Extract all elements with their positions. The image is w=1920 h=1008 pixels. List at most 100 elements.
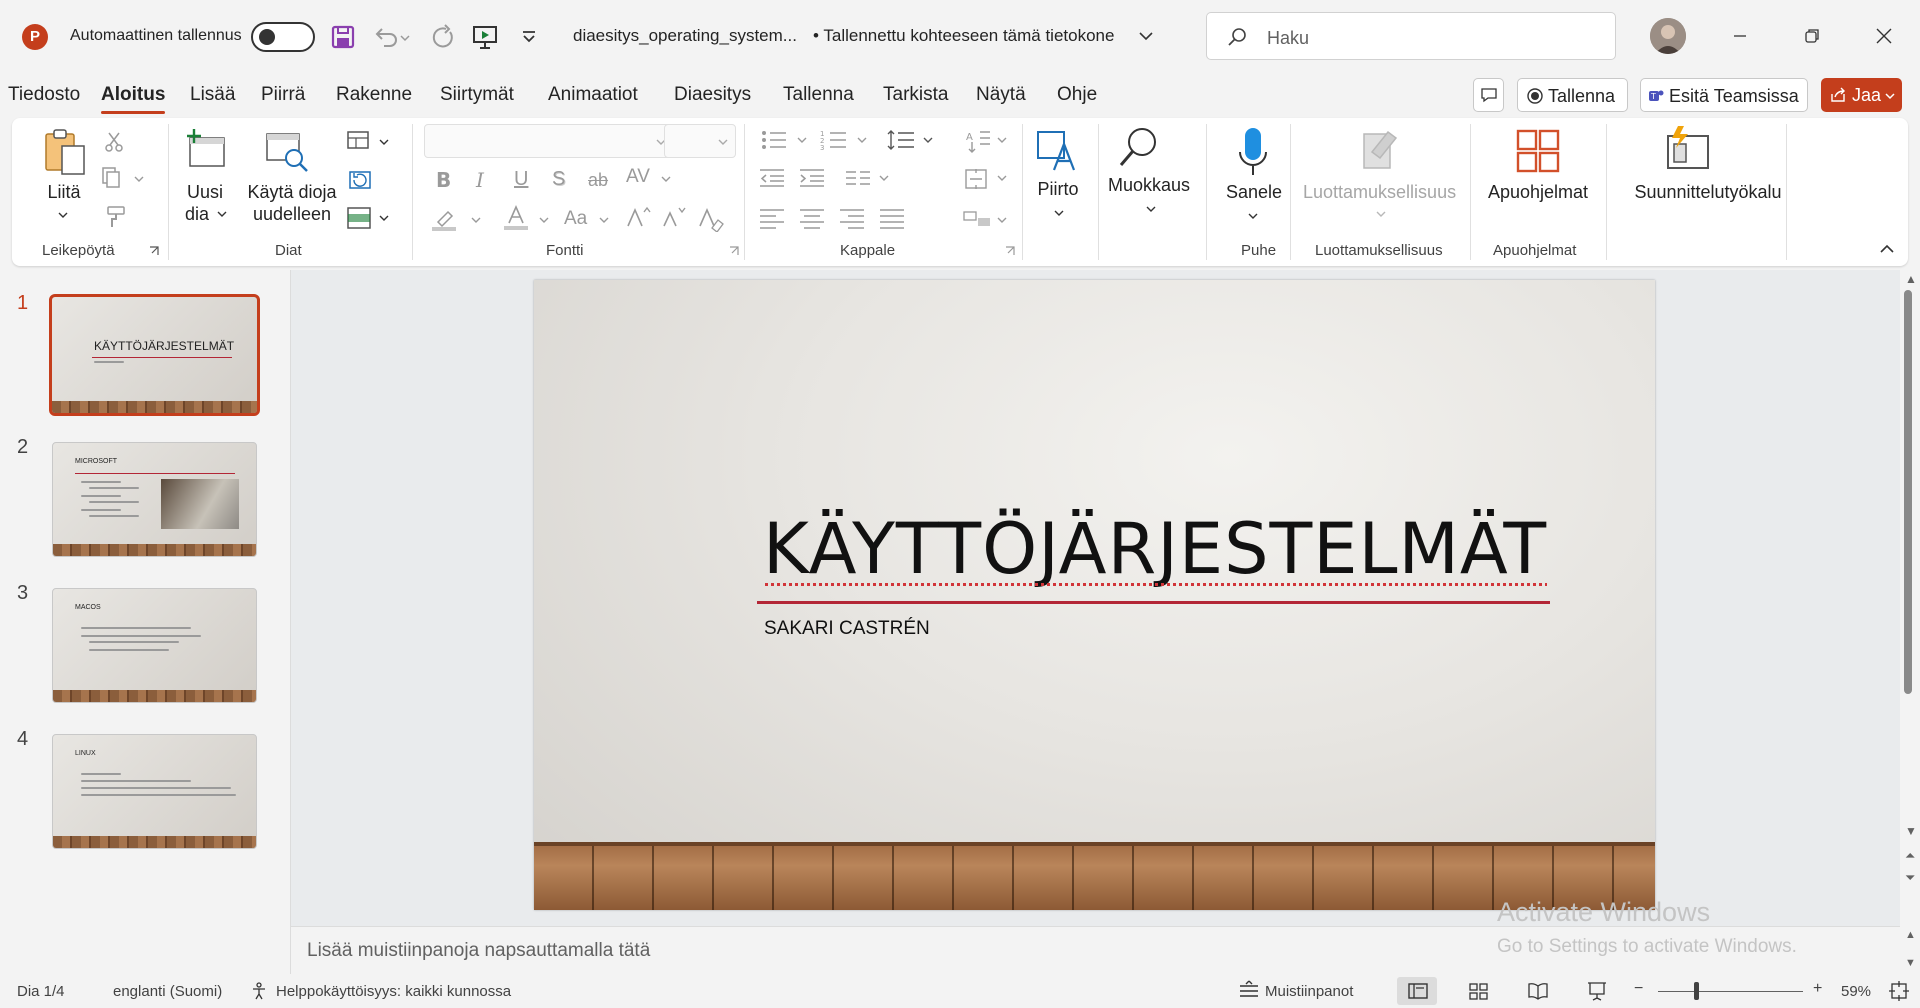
collapse-ribbon-icon[interactable]	[1878, 242, 1896, 256]
shadow-button[interactable]: S	[552, 168, 565, 191]
sensitivity-dropdown-icon[interactable]	[1374, 207, 1388, 221]
align-right-icon[interactable]	[838, 206, 866, 230]
add-ins-label[interactable]: Apuohjelmat	[1484, 181, 1592, 203]
clear-formatting-icon[interactable]	[696, 204, 726, 232]
paste-dropdown-icon[interactable]	[56, 208, 70, 222]
accessibility-icon[interactable]	[250, 981, 270, 1001]
reuse-slides-icon[interactable]	[264, 130, 310, 174]
section-dropdown-icon[interactable]	[378, 212, 390, 224]
accessibility-status[interactable]: Helppokäyttöisyys: kaikki kunnossa	[276, 983, 511, 1000]
new-slide-icon[interactable]	[184, 128, 230, 172]
font-size-select[interactable]	[664, 124, 736, 158]
editing-label[interactable]: Muokkaus	[1106, 174, 1192, 196]
autosave-toggle[interactable]	[251, 22, 315, 52]
search-box[interactable]: Haku	[1206, 12, 1616, 60]
reuse-slides-label-2[interactable]: uudelleen	[245, 203, 339, 225]
notes-scroll-down-icon[interactable]: ▼	[1905, 957, 1916, 969]
dictate-label[interactable]: Sanele	[1222, 181, 1286, 203]
scrollbar-thumb[interactable]	[1904, 290, 1912, 694]
bullets-icon[interactable]	[760, 128, 788, 152]
zoom-slider[interactable]	[1658, 991, 1803, 992]
share-button[interactable]: Jaa	[1821, 78, 1902, 112]
numbering-dropdown-icon[interactable]	[856, 134, 868, 146]
tab-review[interactable]: Tarkista	[883, 84, 948, 106]
strikethrough-button[interactable]: ab	[588, 170, 608, 191]
justify-icon[interactable]	[878, 206, 906, 230]
paste-icon[interactable]	[42, 128, 88, 178]
drawing-dropdown-icon[interactable]	[1052, 206, 1066, 220]
increase-font-size-icon[interactable]	[624, 204, 652, 232]
document-title[interactable]: diaesitys_operating_system...	[573, 26, 797, 46]
new-slide-label-1[interactable]: Uusi	[182, 181, 228, 203]
layout-icon[interactable]	[346, 130, 376, 152]
new-slide-label-2[interactable]: dia	[180, 203, 214, 225]
section-icon[interactable]	[346, 206, 376, 230]
slide-subtitle[interactable]: SAKARI CASTRÉN	[764, 618, 930, 640]
layout-dropdown-icon[interactable]	[378, 136, 390, 148]
highlight-dropdown-icon[interactable]	[470, 214, 482, 226]
character-spacing-button[interactable]: AV	[626, 166, 650, 188]
paragraph-dialog-launcher-icon[interactable]	[1004, 245, 1016, 257]
paste-label[interactable]: Liitä	[42, 181, 86, 203]
zoom-level[interactable]: 59%	[1841, 983, 1871, 1000]
user-avatar[interactable]	[1650, 18, 1686, 54]
align-text-dropdown-icon[interactable]	[996, 172, 1008, 184]
tab-transitions[interactable]: Siirtymät	[440, 84, 514, 106]
tab-design[interactable]: Rakenne	[336, 84, 412, 106]
current-slide[interactable]	[534, 280, 1655, 910]
columns-dropdown-icon[interactable]	[878, 172, 890, 184]
notes-icon[interactable]	[1237, 980, 1261, 1002]
tab-record[interactable]: Tallenna	[783, 84, 854, 106]
sensitivity-label[interactable]: Luottamuksellisuus	[1303, 181, 1456, 203]
close-icon[interactable]	[1866, 18, 1902, 54]
decrease-font-size-icon[interactable]	[660, 204, 688, 232]
drawing-shapes-icon[interactable]	[1032, 126, 1082, 176]
slide-indicator[interactable]: Dia 1/4	[17, 983, 65, 1000]
chevron-down-icon[interactable]	[1137, 27, 1155, 45]
scroll-up-icon[interactable]: ▲	[1905, 272, 1917, 286]
save-icon[interactable]	[326, 20, 360, 54]
increase-indent-icon[interactable]	[798, 166, 826, 190]
zoom-in-button[interactable]: +	[1813, 980, 1822, 998]
undo-dropdown-icon[interactable]	[396, 20, 414, 54]
microphone-icon[interactable]	[1236, 126, 1270, 180]
font-color-icon[interactable]	[502, 204, 530, 232]
scroll-down-icon[interactable]: ▼	[1905, 824, 1917, 838]
font-dialog-launcher-icon[interactable]	[728, 245, 740, 257]
line-spacing-icon[interactable]	[886, 128, 916, 152]
font-name-select[interactable]	[424, 124, 674, 158]
cut-icon[interactable]	[102, 130, 126, 154]
restore-icon[interactable]	[1794, 18, 1830, 54]
columns-icon[interactable]	[844, 168, 872, 188]
previous-slide-icon[interactable]: ⏶	[1905, 848, 1915, 864]
designer-label[interactable]: Suunnittelutyökalu	[1618, 181, 1798, 203]
comments-button[interactable]	[1473, 78, 1504, 112]
tab-help[interactable]: Ohje	[1057, 84, 1097, 106]
find-magnifier-icon[interactable]	[1114, 124, 1164, 174]
drawing-label[interactable]: Piirto	[1030, 178, 1086, 200]
copy-dropdown-icon[interactable]	[132, 172, 146, 186]
sensitivity-label-icon[interactable]	[1358, 126, 1402, 174]
tab-animations[interactable]: Animaatiot	[548, 84, 638, 106]
slideshow-view-button[interactable]	[1576, 977, 1616, 1005]
line-spacing-dropdown-icon[interactable]	[922, 134, 934, 146]
notes-toggle-label[interactable]: Muistiinpanot	[1265, 983, 1353, 1000]
present-in-teams-button[interactable]: T Esitä Teamsissa	[1640, 78, 1808, 112]
slide-sorter-view-button[interactable]	[1458, 977, 1498, 1005]
reset-slide-icon[interactable]	[346, 168, 376, 192]
tab-insert[interactable]: Lisää	[190, 84, 235, 106]
add-ins-icon[interactable]	[1515, 128, 1561, 174]
text-direction-dropdown-icon[interactable]	[996, 134, 1008, 146]
language-indicator[interactable]: englanti (Suomi)	[113, 983, 222, 1000]
next-slide-icon[interactable]: ⏷	[1905, 870, 1915, 886]
tab-slideshow[interactable]: Diaesitys	[674, 84, 751, 106]
vertical-scrollbar[interactable]: ▲ ▼ ⏶ ⏷	[1900, 270, 1920, 926]
smartart-dropdown-icon[interactable]	[996, 214, 1008, 226]
notes-scroll-up-icon[interactable]: ▲	[1905, 929, 1916, 941]
highlight-color-icon[interactable]	[430, 206, 460, 232]
slide-title[interactable]: KÄYTTÖJÄRJESTELMÄT	[763, 508, 1548, 590]
present-from-start-icon[interactable]	[468, 20, 502, 54]
reuse-slides-label-1[interactable]: Käytä dioja	[245, 181, 339, 203]
slide-thumbnail-2[interactable]: MICROSOFT	[52, 442, 257, 557]
text-direction-icon[interactable]: A	[964, 128, 992, 154]
